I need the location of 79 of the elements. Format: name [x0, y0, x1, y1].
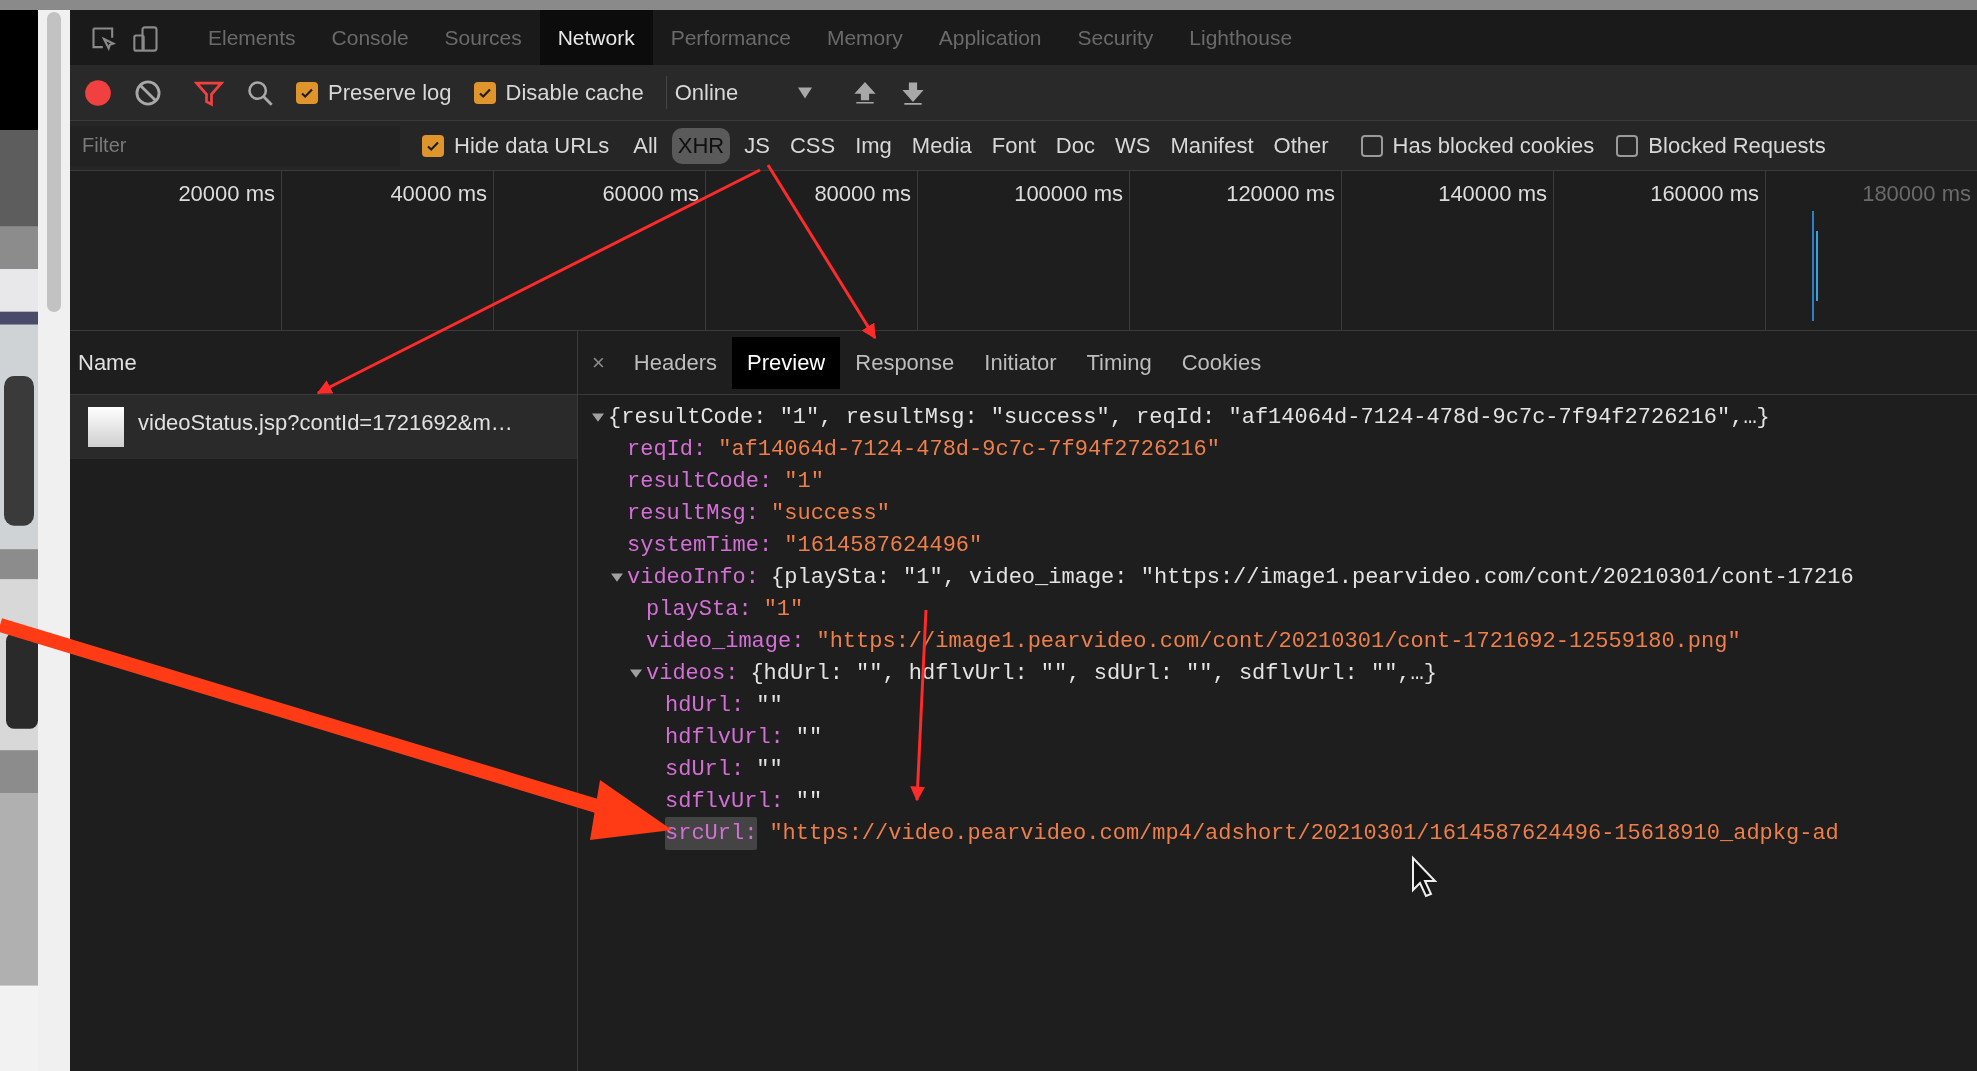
- resource-type-filter[interactable]: Img: [849, 127, 898, 164]
- string-value: "https://video.pearvideo.com/mp4/adshort/20210301/1614587624496-15618910_adpkg-ad: [769, 819, 1839, 848]
- scrollbar-thumb[interactable]: [47, 12, 61, 312]
- expand-triangle-icon[interactable]: [630, 667, 642, 679]
- resource-type-filter[interactable]: JS: [738, 127, 776, 164]
- time-tick-label: 140000 ms: [1438, 180, 1547, 208]
- detail-tab[interactable]: Timing: [1071, 336, 1167, 389]
- property-key: resultCode:: [627, 464, 773, 498]
- checkbox-label: Blocked Requests: [1648, 132, 1826, 160]
- property-key: resultMsg:: [627, 496, 760, 530]
- string-value: "": [795, 787, 823, 816]
- expand-triangle-icon[interactable]: [592, 411, 604, 423]
- column-header: Name: [78, 349, 137, 377]
- property-key: reqId:: [627, 432, 707, 466]
- detail-tab[interactable]: Response: [840, 336, 970, 389]
- checkbox-label: Disable cache: [505, 79, 644, 107]
- resource-type-filter[interactable]: WS: [1108, 127, 1157, 164]
- inspect-element-icon[interactable]: [90, 25, 118, 53]
- time-tick-label: 20000 ms: [178, 180, 275, 208]
- mouse-cursor-icon: [1412, 855, 1438, 898]
- time-tick-label: 180000 ms: [1862, 180, 1971, 208]
- record-button-icon[interactable]: [84, 78, 112, 107]
- object-summary: {playSta: "1", video_image: "https://image1.pearvideo.com/cont/20210301/cont-17216: [771, 563, 1854, 592]
- string-value: "success": [771, 499, 890, 528]
- checkbox-label: Preserve log: [328, 79, 452, 107]
- property-key: sdflvUrl:: [665, 784, 784, 818]
- clear-icon[interactable]: [134, 78, 162, 107]
- property-key: video_image:: [646, 624, 805, 658]
- checkbox-label: Hide data URLs: [454, 132, 610, 160]
- property-key: systemTime:: [627, 528, 773, 562]
- string-value: "": [756, 755, 783, 784]
- time-tick-label: 80000 ms: [814, 180, 911, 208]
- checkbox[interactable]: [473, 81, 496, 104]
- property-key: videos:: [646, 656, 739, 690]
- property-key: hdflvUrl:: [665, 720, 784, 754]
- time-tick-label: 160000 ms: [1650, 180, 1759, 208]
- filter-input[interactable]: Filter: [70, 125, 400, 166]
- resource-type-filter[interactable]: Font: [985, 127, 1042, 164]
- string-value: "1": [784, 467, 824, 496]
- string-value: "1": [763, 595, 804, 624]
- string-value: "": [795, 723, 823, 752]
- expand-triangle-icon[interactable]: [611, 571, 623, 583]
- search-icon[interactable]: [246, 78, 274, 107]
- string-value: "af14064d-7124-478d-9c7c-7f94f2726216": [718, 435, 1220, 464]
- time-tick-label: 100000 ms: [1014, 180, 1123, 208]
- time-tick-label: 120000 ms: [1226, 180, 1335, 208]
- resource-type-filter[interactable]: Media: [905, 127, 978, 164]
- resource-type-filter[interactable]: Doc: [1049, 127, 1101, 164]
- checkbox[interactable]: [1616, 134, 1639, 157]
- resource-type-filter[interactable]: Manifest: [1164, 127, 1260, 164]
- panel-tab[interactable]: Network: [539, 10, 653, 65]
- property-key: playSta:: [646, 592, 752, 626]
- resource-type-filter[interactable]: CSS: [783, 127, 842, 164]
- checkbox-label: Has blocked cookies: [1392, 132, 1595, 160]
- string-value: "": [756, 691, 783, 720]
- property-key: hdUrl:: [665, 688, 745, 722]
- checkbox[interactable]: [296, 81, 318, 104]
- resource-type-filter[interactable]: All: [627, 127, 664, 164]
- time-tick-label: 60000 ms: [602, 180, 699, 208]
- close-button[interactable]: ×: [578, 336, 619, 389]
- detail-tab[interactable]: Headers: [618, 336, 732, 389]
- detail-tab[interactable]: Initiator: [969, 336, 1072, 389]
- device-toolbar-icon[interactable]: [132, 25, 160, 53]
- detail-tab[interactable]: Preview: [732, 336, 841, 389]
- file-icon: [88, 407, 124, 447]
- object-summary: {resultCode: "1", resultMsg: "success", reqId: "af14064d-7124-478d-9c7c-7f94f2726216",…}: [608, 403, 1770, 432]
- throttling-dropdown[interactable]: Online: [665, 76, 813, 109]
- property-key: videoInfo:: [627, 560, 760, 594]
- resource-type-filter[interactable]: Other: [1267, 127, 1335, 164]
- request-row[interactable]: videoStatus.jsp?contId=1721692&m…: [70, 395, 577, 459]
- dropdown-caret-icon: [798, 86, 813, 99]
- checkbox[interactable]: [422, 134, 444, 157]
- request-name: videoStatus.jsp?contId=1721692&m…: [138, 408, 513, 437]
- detail-tab[interactable]: Cookies: [1166, 336, 1277, 389]
- checkbox[interactable]: [1360, 134, 1383, 157]
- string-value: "1614587624496": [784, 531, 983, 560]
- time-tick-label: 40000 ms: [390, 180, 487, 208]
- property-key: sdUrl:: [665, 752, 745, 786]
- property-key: srcUrl:: [665, 816, 758, 850]
